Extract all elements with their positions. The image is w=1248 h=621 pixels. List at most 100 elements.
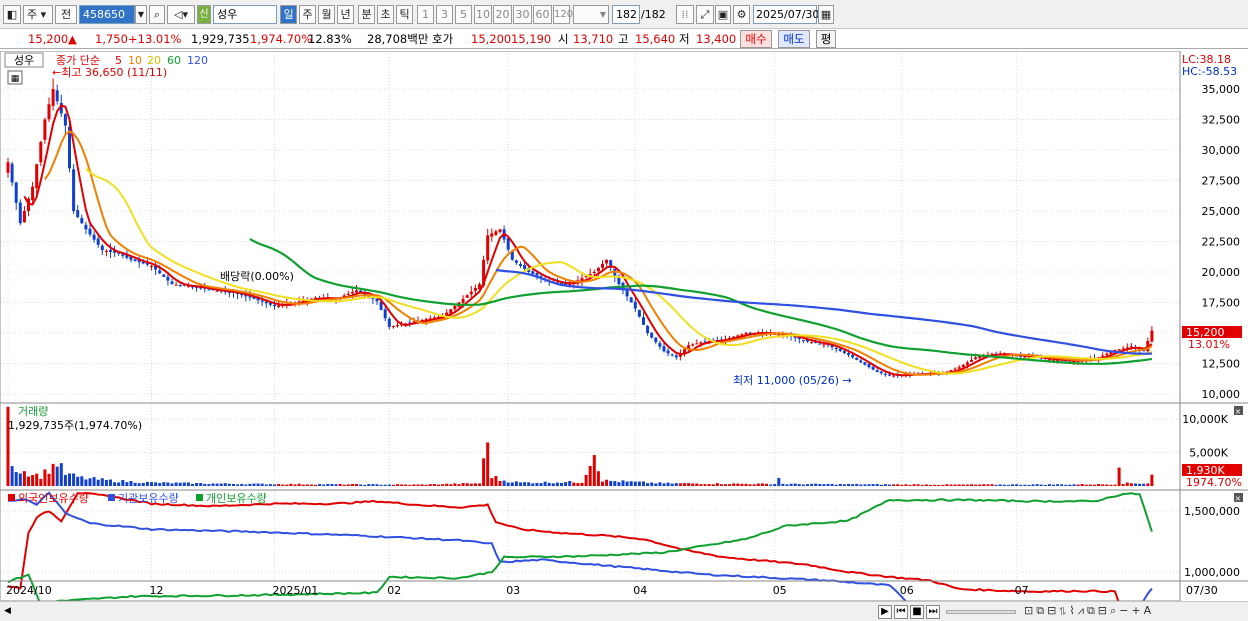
date-axis-label: 03: [506, 584, 520, 597]
volume-bar: [990, 484, 994, 486]
volume-bar: [215, 483, 219, 486]
scroll-left-icon[interactable]: ◀: [4, 606, 11, 616]
individual-holding-line: [7, 492, 1153, 601]
code-dropdown-icon[interactable]: ▼: [135, 5, 147, 24]
chart-menu-icon[interactable]: ◧: [3, 5, 21, 24]
volume-bar: [752, 484, 756, 486]
candle-body: [174, 284, 178, 286]
candle-body: [166, 276, 170, 281]
scroll-right-icon[interactable]: ▶: [878, 605, 892, 619]
volume-bar: [1035, 484, 1039, 486]
volume-bar: [27, 476, 30, 486]
volume-bar: [748, 484, 752, 486]
trade-amount: 28,708백만: [367, 32, 429, 46]
volume-bar: [186, 482, 190, 486]
volume-bar: [519, 482, 522, 486]
period-second-button[interactable]: 초: [377, 5, 394, 24]
volume-bar: [978, 484, 982, 486]
interval-3-button[interactable]: 3: [436, 5, 453, 24]
volume-bar: [736, 483, 740, 486]
volume-bar: [625, 481, 629, 486]
volume-bar: [297, 483, 301, 486]
volume-bar: [469, 483, 473, 486]
interval-20-button[interactable]: 20: [493, 5, 512, 24]
volume-bar: [678, 483, 682, 486]
period-month-button[interactable]: 월: [318, 5, 335, 24]
candle-body: [1117, 349, 1121, 351]
candle-body: [346, 293, 350, 295]
date-input[interactable]: 2025/07/30: [753, 5, 819, 24]
candle-body: [847, 353, 850, 355]
volume-bar: [937, 484, 941, 486]
chart-area[interactable]: 35,000 32,500 30,000 27,500 25,000 22,500 20,0…: [0, 51, 1248, 601]
candle-body: [47, 104, 51, 120]
low-price: 13,400: [696, 32, 737, 46]
stock-code-input[interactable]: 458650: [79, 5, 135, 24]
stock-name-field[interactable]: 성우: [213, 5, 277, 24]
zoom-slider[interactable]: [946, 610, 1016, 614]
period-minute-button[interactable]: 분: [358, 5, 375, 24]
volume-bar: [252, 483, 256, 486]
volume-bar: [100, 478, 104, 486]
interval-dropdown-icon[interactable]: ▼: [573, 5, 609, 24]
interval-5-button[interactable]: 5: [455, 5, 472, 24]
interval-30-button[interactable]: 30: [513, 5, 532, 24]
interval-1-button[interactable]: 1: [417, 5, 434, 24]
speaker-icon[interactable]: ◁▾: [167, 5, 195, 24]
volume-bar: [490, 478, 494, 486]
period-day-button[interactable]: 일: [280, 5, 297, 24]
sell-button[interactable]: 매도: [778, 30, 810, 48]
volume-bar: [338, 483, 342, 486]
volume-bar: [1150, 474, 1154, 486]
save-icon[interactable]: ▣: [715, 5, 731, 24]
last-page-icon[interactable]: ⏭: [926, 605, 940, 619]
candle-body: [863, 362, 867, 365]
volume-bar: [305, 484, 309, 486]
gear-icon[interactable]: ⚙: [733, 5, 750, 24]
foreign-legend: 외국인보유수량: [18, 492, 89, 505]
volume-bar: [137, 483, 141, 486]
volume-bar: [441, 484, 445, 486]
candle-body: [978, 356, 982, 359]
price-axis-label: 32,500: [1202, 114, 1241, 127]
exchange-select[interactable]: 전: [55, 5, 77, 24]
candle-body: [601, 263, 604, 268]
period-year-button[interactable]: 년: [337, 5, 354, 24]
draw-tool-icon[interactable]: ⤢: [696, 5, 714, 24]
volume-bar: [801, 484, 805, 486]
volume-bar: [961, 484, 965, 486]
interval-10-button[interactable]: 10: [474, 5, 492, 24]
volume-bar: [769, 484, 773, 486]
stop-icon[interactable]: ■: [910, 605, 924, 619]
calendar-icon[interactable]: ▦: [818, 5, 834, 24]
volume-title: 거래량: [18, 405, 48, 418]
eval-button[interactable]: 평: [816, 30, 836, 48]
volume-bar: [346, 484, 350, 486]
candle-body: [592, 272, 596, 273]
volume-bar: [428, 484, 432, 486]
market-type-select[interactable]: 주 ▾: [23, 5, 53, 24]
period-tick-button[interactable]: 틱: [396, 5, 413, 24]
search-icon[interactable]: ⌕: [149, 5, 165, 24]
volume-bar: [191, 483, 194, 486]
interval-60-button[interactable]: 60: [533, 5, 552, 24]
drawing-tools-icon[interactable]: ⊡⧉⊟⥮⌇⩘⧉⊟⌕−+A: [1024, 604, 1154, 618]
candle-body: [215, 290, 219, 292]
volume-bar: [166, 482, 170, 486]
volume-bar: [740, 483, 744, 486]
candle-body: [109, 249, 112, 252]
table-icon-glyph: ▦: [11, 74, 20, 84]
candle-body: [888, 374, 891, 376]
range-input[interactable]: 182: [612, 5, 640, 24]
volume-bar: [896, 484, 900, 486]
grid-icon[interactable]: ⁞⁞: [676, 5, 694, 24]
period-week-button[interactable]: 주: [299, 5, 316, 24]
volume-bar: [863, 484, 867, 486]
candle-body: [1121, 348, 1125, 350]
volume-bar: [379, 484, 383, 486]
buy-button[interactable]: 매수: [740, 30, 772, 48]
interval-120-button[interactable]: 120: [553, 5, 573, 24]
volume-bar: [154, 482, 158, 486]
first-page-icon[interactable]: ⏮: [894, 605, 908, 619]
candle-body: [63, 114, 67, 126]
